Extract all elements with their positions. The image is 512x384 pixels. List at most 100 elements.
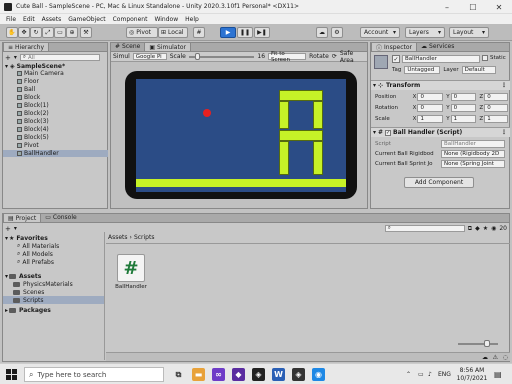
clock[interactable]: 8:56 AM 10/7/2021: [454, 367, 490, 383]
windows-start-icon[interactable]: [6, 369, 17, 380]
breadcrumb-assets[interactable]: Assets: [108, 234, 128, 241]
network-icon[interactable]: ▭: [418, 371, 424, 378]
chrome-icon[interactable]: ◉: [312, 368, 325, 381]
scale-z-input[interactable]: 1: [484, 114, 508, 123]
local-toggle[interactable]: ⊞ Local: [158, 27, 188, 38]
hierarchy-item-pivot[interactable]: Pivot: [3, 142, 108, 149]
active-checkbox[interactable]: ✓: [392, 55, 400, 63]
minimize-button[interactable]: –: [434, 0, 460, 14]
tab-inspector[interactable]: ⓘ Inspector: [371, 42, 418, 52]
object-name-field[interactable]: BallHandler: [402, 55, 480, 63]
rotate-tool-button[interactable]: ↻: [30, 27, 42, 38]
scale-slider[interactable]: [188, 52, 255, 60]
tab-project[interactable]: ▤ Project: [3, 213, 42, 222]
menu-edit[interactable]: Edit: [23, 16, 35, 23]
tab-console[interactable]: ▭ Console: [41, 213, 81, 222]
component-menu-icon[interactable]: ⋮: [501, 82, 507, 89]
grid-snap-button[interactable]: #: [193, 27, 205, 38]
notification-icon[interactable]: ▤: [494, 370, 502, 379]
folder-scenes[interactable]: Scenes: [13, 288, 44, 296]
layer-dropdown[interactable]: Default: [461, 66, 496, 74]
icon-size-slider[interactable]: [458, 340, 498, 347]
favorite-all-materials[interactable]: ⌕ All Materials: [17, 242, 59, 250]
language-indicator[interactable]: ENG: [438, 371, 451, 378]
safe-area-toggle[interactable]: Safe Area: [340, 50, 367, 64]
add-component-button[interactable]: Add Component: [404, 177, 474, 188]
hierarchy-item-block-5[interactable]: Block(5): [3, 134, 108, 141]
layout-dropdown[interactable]: Layout ▾: [449, 27, 489, 38]
tab-hierarchy[interactable]: ≡ Hierarchy: [3, 42, 50, 51]
hierarchy-item-block-3[interactable]: Block(3): [3, 118, 108, 125]
rotate-icon[interactable]: ⟳: [332, 53, 337, 60]
unity-hub-icon[interactable]: ◈: [252, 368, 265, 381]
custom-tool-button[interactable]: ⚒: [80, 27, 92, 38]
script-component-header[interactable]: ▾ # ✓ Ball Handler (Script) ⋮: [371, 127, 510, 137]
scale-x-input[interactable]: 1: [417, 114, 444, 123]
folder-scripts[interactable]: Scripts: [3, 296, 104, 304]
tag-dropdown[interactable]: Untagged: [404, 66, 441, 74]
spring-joint-field[interactable]: None (Spring Joint: [441, 159, 505, 168]
static-checkbox[interactable]: [482, 55, 488, 61]
rotation-x-input[interactable]: 0: [417, 103, 444, 112]
menu-file[interactable]: File: [6, 16, 16, 23]
menu-gameobject[interactable]: GameObject: [68, 16, 105, 23]
rotation-z-input[interactable]: 0: [484, 103, 508, 112]
simulator-mode-dropdown[interactable]: Simul: [113, 53, 130, 60]
position-y-input[interactable]: 0: [450, 92, 477, 101]
scene-root-item[interactable]: ▾ ◈ SampleScene*: [3, 63, 108, 70]
taskbar-search-input[interactable]: ⌕ Type here to search: [24, 367, 164, 382]
component-enabled-checkbox[interactable]: ✓: [385, 129, 392, 136]
rotate-button[interactable]: Rotate: [309, 53, 329, 60]
hierarchy-item-block-1[interactable]: Block(1): [3, 102, 108, 109]
tab-services[interactable]: ☁ Services: [417, 42, 458, 51]
position-z-input[interactable]: 0: [484, 92, 508, 101]
account-dropdown[interactable]: Account ▾: [360, 27, 400, 38]
move-tool-button[interactable]: ✥: [18, 27, 30, 38]
vs-launcher-icon[interactable]: ◆: [232, 368, 245, 381]
rect-tool-button[interactable]: ▭: [54, 27, 66, 38]
scale-y-input[interactable]: 1: [450, 114, 477, 123]
filter-icon[interactable]: ⧉: [468, 225, 472, 233]
add-object-button[interactable]: +: [5, 54, 11, 62]
folder-physics-materials[interactable]: PhysicsMaterials: [13, 280, 73, 288]
maximize-button[interactable]: ☐: [460, 0, 486, 14]
favorites-folder[interactable]: ▾ ★ Favorites: [5, 234, 48, 242]
hierarchy-item-block-4[interactable]: Block(4): [3, 126, 108, 133]
warning-icon[interactable]: ⚠: [493, 354, 498, 361]
scale-tool-button[interactable]: ⤢: [42, 27, 54, 38]
tab-scene[interactable]: # Scene: [111, 42, 144, 51]
device-dropdown[interactable]: Google Pi: [132, 53, 167, 60]
favorite-all-prefabs[interactable]: ⌕ All Prefabs: [17, 258, 54, 266]
services-button[interactable]: ⚙: [331, 27, 343, 38]
close-button[interactable]: ✕: [486, 0, 512, 14]
hierarchy-item-ball[interactable]: Ball: [3, 86, 108, 93]
menu-window[interactable]: Window: [154, 16, 178, 23]
collab-status-icon[interactable]: ☁: [482, 354, 488, 361]
fit-to-screen-button[interactable]: Fit to Screen: [268, 51, 307, 63]
star-icon[interactable]: ★: [483, 225, 488, 232]
word-icon[interactable]: W: [272, 368, 285, 381]
hierarchy-search-input[interactable]: ⌕ All: [19, 54, 100, 61]
pivot-toggle[interactable]: ◎ Pivot: [126, 27, 158, 38]
transform-tool-button[interactable]: ⊕: [66, 27, 78, 38]
hierarchy-item-main-camera[interactable]: Main Camera: [3, 70, 108, 77]
file-explorer-icon[interactable]: ▬: [192, 368, 205, 381]
scale-slider-handle[interactable]: [194, 52, 200, 60]
label-icon[interactable]: ◆: [475, 225, 480, 232]
tab-simulator[interactable]: ▣ Simulator: [144, 42, 191, 51]
packages-folder[interactable]: ▸ Packages: [5, 306, 51, 314]
volume-icon[interactable]: ♪: [428, 371, 432, 378]
menu-assets[interactable]: Assets: [42, 16, 62, 23]
hierarchy-item-floor[interactable]: Floor: [3, 78, 108, 85]
tray-chevron-icon[interactable]: ⌃: [406, 371, 411, 378]
eye-icon[interactable]: ◉: [491, 225, 496, 232]
rotation-y-input[interactable]: 0: [450, 103, 477, 112]
hierarchy-item-block-2[interactable]: Block(2): [3, 110, 108, 117]
menu-component[interactable]: Component: [113, 16, 148, 23]
progress-icon[interactable]: ◌: [503, 354, 508, 361]
project-search-input[interactable]: ⌕: [384, 225, 465, 232]
play-button[interactable]: ▶: [220, 27, 236, 38]
layers-dropdown[interactable]: Layers ▾: [405, 27, 445, 38]
menu-help[interactable]: Help: [185, 16, 199, 23]
pause-button[interactable]: ❚❚: [237, 27, 253, 38]
